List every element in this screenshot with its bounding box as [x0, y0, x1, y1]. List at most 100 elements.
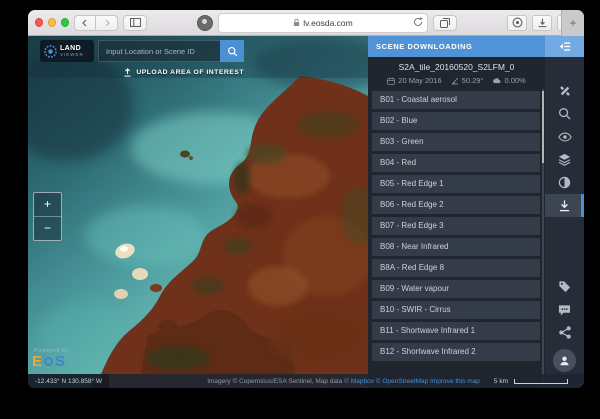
tool-contrast[interactable]	[545, 171, 584, 194]
upload-icon	[123, 68, 132, 77]
scrollbar-thumb[interactable]	[542, 91, 544, 163]
eos-logo: Powered by E S	[32, 348, 69, 369]
band-row[interactable]: B04 - Red	[372, 154, 540, 172]
logo-land-text: LAND	[60, 45, 84, 52]
scene-panel-title: SCENE DOWNLOADING	[368, 36, 545, 57]
band-panel: S2A_tile_20160520_S2LFM_0 20 May 2016 50…	[368, 57, 545, 388]
globe-icon	[44, 45, 57, 58]
scene-cloud-cover: 0.00%	[492, 76, 525, 85]
upload-aoi-label: UPLOAD AREA OF INTEREST	[136, 69, 244, 76]
tool-tag[interactable]	[545, 275, 584, 298]
refresh-button[interactable]	[413, 17, 423, 27]
tool-comment[interactable]	[545, 298, 584, 321]
band-list: B01 - Coastal aerosol B02 - Blue B03 - Gre…	[368, 89, 545, 388]
downloads-button[interactable]	[532, 15, 552, 31]
sidebar-icon	[130, 18, 141, 27]
band-row[interactable]: B07 - Red Edge 3	[372, 217, 540, 235]
tool-download[interactable]	[545, 194, 584, 217]
angle-icon	[451, 77, 459, 85]
refresh-icon	[413, 17, 423, 27]
calendar-icon	[387, 77, 395, 85]
band-row[interactable]: B01 - Coastal aerosol	[372, 91, 540, 109]
nav-buttons	[74, 15, 118, 31]
downloads-tray-icon	[537, 18, 548, 28]
scene-sun-angle: 50.29°	[451, 76, 484, 85]
tool-satellite[interactable]	[545, 79, 584, 102]
search-box	[98, 40, 244, 62]
scrollbar[interactable]	[542, 89, 544, 388]
panel-toggle-icon	[559, 41, 571, 52]
forward-button[interactable]	[96, 15, 118, 31]
download-icon	[558, 199, 571, 212]
landviewer-logo[interactable]: LAND VIEWER	[40, 40, 94, 62]
scene-panel: SCENE DOWNLOADING S2A_tile_20160520_	[368, 36, 584, 388]
band-row[interactable]: B06 - Red Edge 2	[372, 196, 540, 214]
new-tab-button[interactable]: +	[561, 10, 584, 36]
band-row[interactable]: B02 - Blue	[372, 112, 540, 130]
browser-window: lv.eosda.com +	[28, 10, 584, 388]
share-icon	[559, 326, 571, 339]
attribution-text: Imagery © Copernicus/ESA Sentinel, Map d…	[207, 378, 344, 385]
zoom-out-button[interactable]: −	[34, 217, 61, 240]
close-button[interactable]	[35, 18, 43, 27]
back-button[interactable]	[74, 15, 96, 31]
map-attribution: Imagery © Copernicus/ESA Sentinel, Map d…	[207, 378, 480, 385]
scene-panel-body: S2A_tile_20160520_S2LFM_0 20 May 2016 50…	[368, 57, 584, 388]
sidebar-toggle-button[interactable]	[123, 15, 147, 31]
layers-icon	[558, 153, 571, 166]
screen: lv.eosda.com +	[0, 0, 600, 419]
cloud-icon	[492, 77, 501, 84]
band-row[interactable]: B8A - Red Edge 8	[372, 259, 540, 277]
band-row[interactable]: B09 - Water vapour	[372, 280, 540, 298]
tool-search[interactable]	[545, 102, 584, 125]
satellite-imagery	[28, 36, 368, 388]
satellite-icon	[558, 84, 572, 98]
new-tab-label: +	[569, 16, 576, 30]
band-row[interactable]: B12 - Shortwave Infrared 2	[372, 343, 540, 361]
band-row[interactable]: B11 - Shortwave Infrared 1	[372, 322, 540, 340]
scene-info: S2A_tile_20160520_S2LFM_0 20 May 2016 50…	[368, 57, 545, 89]
scene-id: S2A_tile_20160520_S2LFM_0	[372, 62, 541, 72]
page-content: LAND VIEWER	[28, 36, 584, 388]
scene-panel-header: SCENE DOWNLOADING	[368, 36, 584, 57]
url-label: lv.eosda.com	[303, 18, 352, 28]
tool-sidebar	[545, 57, 584, 388]
band-row[interactable]: B03 - Green	[372, 133, 540, 151]
zoom-in-button[interactable]: +	[34, 193, 61, 217]
search-icon	[558, 107, 571, 120]
tag-icon	[558, 280, 571, 293]
window-controls	[35, 18, 69, 27]
minimize-button[interactable]	[48, 18, 56, 27]
back-chevron-icon	[81, 19, 89, 27]
tool-visibility[interactable]	[545, 125, 584, 148]
tab-group-button[interactable]	[433, 15, 457, 31]
url-text: lv.eosda.com	[293, 18, 352, 28]
logo-viewer-text: VIEWER	[60, 53, 84, 58]
map-status-bar: -12.433° N 130.858° W Imagery © Copernic…	[28, 374, 584, 388]
contrast-icon	[558, 176, 571, 189]
tool-share[interactable]	[545, 321, 584, 344]
user-icon	[559, 355, 570, 366]
cursor-coordinates: -12.433° N 130.858° W	[28, 374, 109, 388]
search-icon	[227, 46, 238, 57]
eos-letter-s: S	[55, 354, 65, 369]
scale-label: 5 km	[494, 378, 508, 385]
shield-button[interactable]	[507, 15, 527, 31]
panel-collapse-button[interactable]	[545, 36, 584, 57]
scale-bar	[514, 379, 568, 384]
search-submit-button[interactable]	[220, 40, 244, 62]
extension-icon[interactable]	[197, 15, 213, 31]
eos-letter-o	[44, 357, 53, 366]
fullscreen-button[interactable]	[61, 18, 69, 27]
upload-aoi-button[interactable]: UPLOAD AREA OF INTEREST	[68, 68, 244, 77]
map-canvas[interactable]: LAND VIEWER	[28, 36, 368, 388]
search-input[interactable]	[98, 40, 220, 62]
user-account-button[interactable]	[553, 349, 576, 372]
address-bar[interactable]: lv.eosda.com	[218, 13, 428, 33]
tool-layers[interactable]	[545, 148, 584, 171]
attribution-links[interactable]: © Mapbox © OpenStreetMap Improve this ma…	[344, 378, 480, 385]
band-row[interactable]: B10 - SWIR - Cirrus	[372, 301, 540, 319]
band-row[interactable]: B05 - Red Edge 1	[372, 175, 540, 193]
band-row[interactable]: B08 - Near Infrared	[372, 238, 540, 256]
browser-chrome: lv.eosda.com +	[28, 10, 584, 36]
